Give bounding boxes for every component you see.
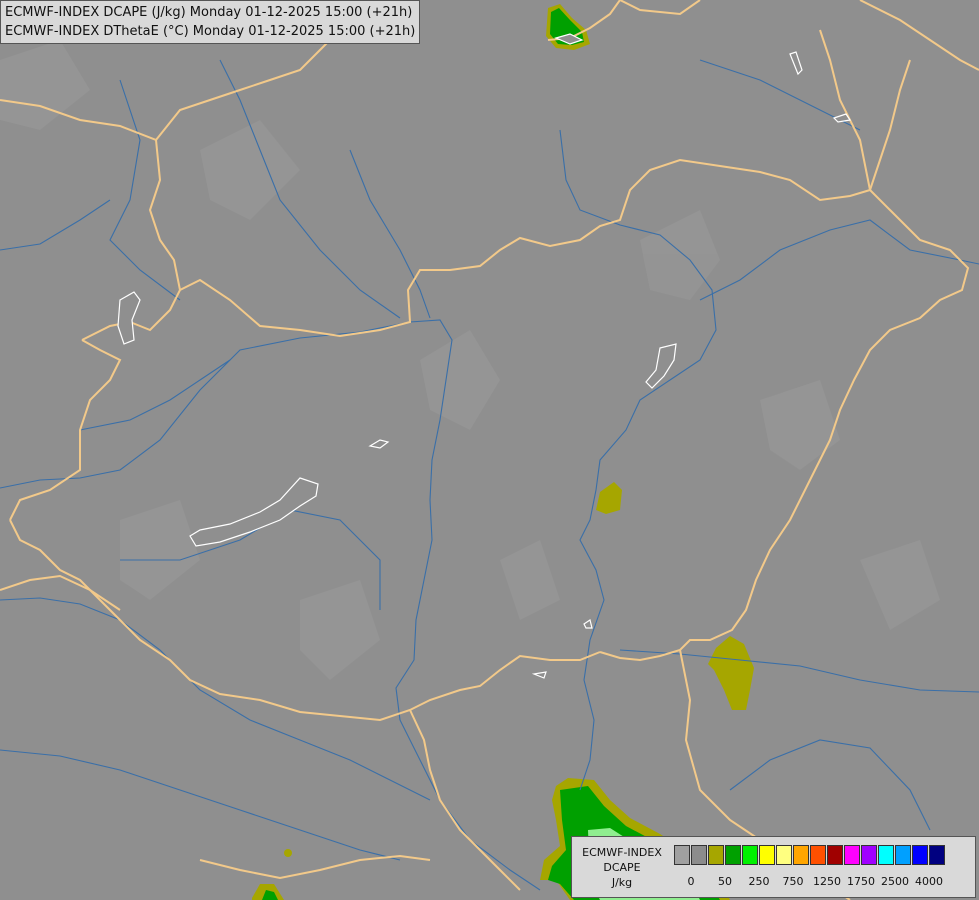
legend-swatch: [861, 845, 877, 865]
legend-title-line-3: J/kg: [611, 876, 633, 889]
legend-tick-label: 50: [718, 875, 732, 888]
legend-swatch: [725, 845, 741, 865]
legend-swatch: [776, 845, 792, 865]
legend-swatches: [674, 845, 946, 865]
legend-title-line-2: DCAPE: [603, 861, 641, 874]
legend-tick-label: 2500: [881, 875, 909, 888]
legend-swatch: [793, 845, 809, 865]
legend-swatch: [844, 845, 860, 865]
legend-tick-label: 0: [687, 875, 695, 888]
dcape-legend: ECMWF-INDEX DCAPE J/kg 0 50 250 750 1250 1750…: [571, 836, 976, 898]
title-line-dthetae: ECMWF-INDEX DThetaE (°C) Monday 01-12-20…: [5, 24, 416, 39]
legend-swatch: [691, 845, 707, 865]
legend-tick-label: 4000: [915, 875, 943, 888]
dcape-field-dot: [284, 849, 292, 857]
legend-swatch: [759, 845, 775, 865]
weather-map: ECMWF-INDEX DCAPE (J/kg) Monday 01-12-20…: [0, 0, 979, 900]
legend-tick-label: 1250: [813, 875, 841, 888]
map-title-box: ECMWF-INDEX DCAPE (J/kg) Monday 01-12-20…: [0, 0, 421, 44]
legend-swatch: [674, 845, 690, 865]
legend-tick-label: 1750: [847, 875, 875, 888]
legend-swatch: [912, 845, 928, 865]
legend-swatch: [895, 845, 911, 865]
legend-swatch: [708, 845, 724, 865]
legend-swatch: [878, 845, 894, 865]
title-line-dcape: ECMWF-INDEX DCAPE (J/kg) Monday 01-12-20…: [5, 5, 413, 20]
legend-tick-label: 250: [748, 875, 770, 888]
legend-swatch: [929, 845, 945, 865]
map-canvas: [0, 0, 979, 900]
legend-title-line-1: ECMWF-INDEX: [582, 846, 662, 859]
legend-swatch: [827, 845, 843, 865]
legend-title: ECMWF-INDEX DCAPE J/kg: [574, 845, 670, 890]
legend-swatch: [742, 845, 758, 865]
legend-tick-label: 750: [782, 875, 804, 888]
legend-swatch: [810, 845, 826, 865]
